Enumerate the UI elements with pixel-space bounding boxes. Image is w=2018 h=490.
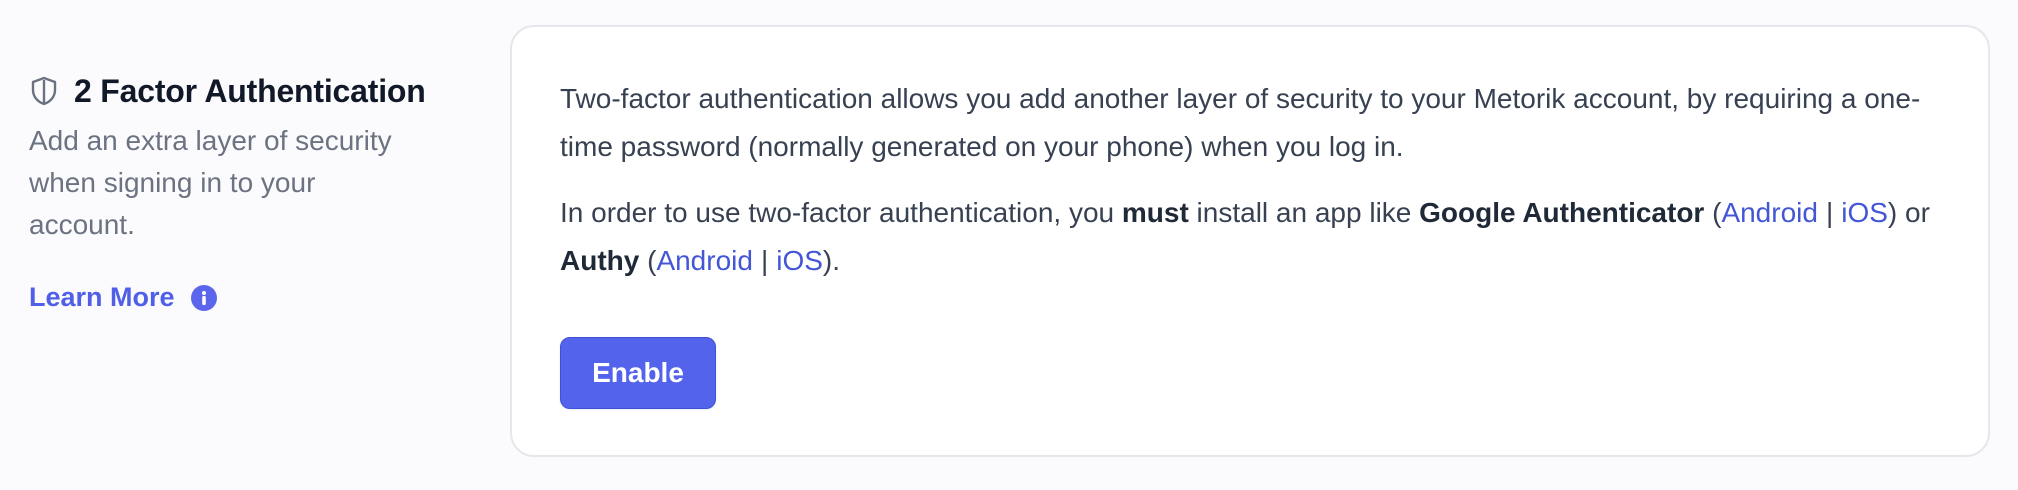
close-or-text: ) or — [1887, 197, 1930, 228]
enable-button[interactable]: Enable — [560, 337, 716, 409]
settings-sidebar-section: 2 Factor Authentication Add an extra lay… — [29, 68, 469, 313]
link-separator-1: | — [1825, 197, 1834, 228]
apps-text-2: install an app like — [1188, 197, 1420, 228]
learn-more-link[interactable]: Learn More — [29, 282, 217, 313]
section-title: 2 Factor Authentication — [74, 72, 426, 109]
authy-android-link[interactable]: Android — [656, 245, 753, 276]
shield-icon — [29, 76, 59, 106]
two-factor-card: Two-factor authentication allows you add… — [510, 25, 1990, 457]
must-emphasis: must — [1121, 197, 1189, 228]
authy-ios-link[interactable]: iOS — [776, 245, 823, 276]
google-authenticator-android-link[interactable]: Android — [1721, 197, 1818, 228]
open-paren-1: ( — [1704, 197, 1722, 228]
open-paren-2: ( — [639, 245, 657, 276]
google-authenticator-ios-link[interactable]: iOS — [1841, 197, 1888, 228]
link-separator-2: | — [760, 245, 769, 276]
authy-label: Authy — [560, 245, 640, 276]
learn-more-label: Learn More — [29, 282, 175, 312]
section-header: 2 Factor Authentication — [29, 68, 469, 114]
intro-paragraph: Two-factor authentication allows you add… — [560, 83, 1921, 162]
close-end-text: ). — [822, 245, 841, 276]
apps-paragraph: In order to use two-factor authenticatio… — [560, 189, 1940, 285]
section-description: Add an extra layer of security when sign… — [29, 125, 392, 240]
apps-text-1: In order to use two-factor authenticatio… — [560, 197, 1122, 228]
google-authenticator-label: Google Authenticator — [1419, 197, 1705, 228]
card-body: Two-factor authentication allows you add… — [560, 75, 1940, 285]
info-icon — [190, 284, 217, 311]
